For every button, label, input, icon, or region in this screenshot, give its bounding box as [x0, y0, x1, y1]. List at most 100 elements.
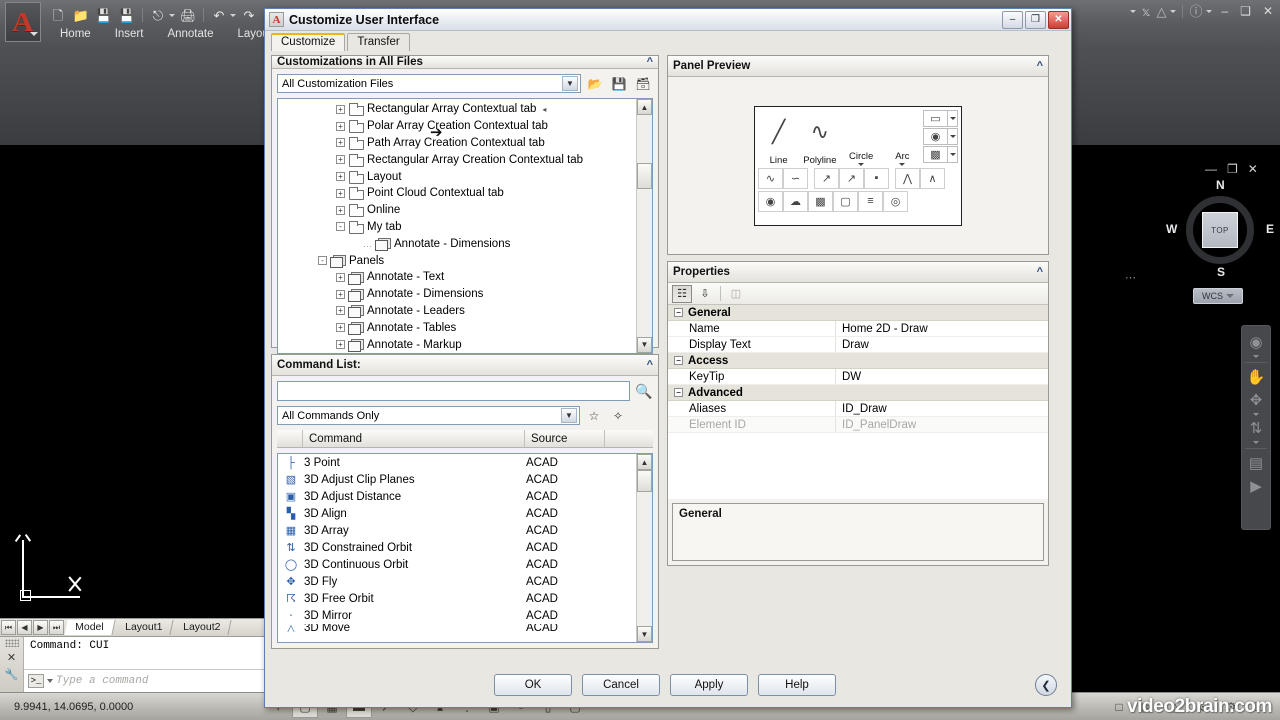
steering-wheel-icon[interactable]: ◉ [1249, 332, 1262, 353]
new-icon[interactable]: 🗋 [48, 6, 68, 24]
expander-icon[interactable]: + [336, 323, 345, 333]
pan-icon[interactable]: ✋ [1247, 367, 1266, 388]
tree-node[interactable]: + Annotate - Leaders [278, 303, 636, 320]
tab-transfer[interactable]: Transfer [347, 33, 410, 51]
ok-button[interactable]: OK [494, 674, 572, 696]
ucs-selector-button[interactable]: WCS [1193, 288, 1243, 304]
layout-first-button[interactable]: ⏮ [1, 620, 16, 635]
find-command-icon[interactable]: ☆ [584, 406, 604, 425]
property-row-name[interactable]: Name Home 2D - Draw [668, 321, 1048, 337]
table-row[interactable]: ⋅ 3D Mirror ACAD [278, 607, 636, 624]
table-row[interactable]: ▦ 3D Array ACAD [278, 522, 636, 539]
table-row[interactable]: ├ 3 Point ACAD [278, 454, 636, 471]
preview-split-hatch[interactable]: ▩ [923, 145, 958, 163]
expander-icon[interactable]: + [336, 138, 345, 148]
expander-icon[interactable]: - [336, 222, 345, 232]
ellipse-icon[interactable]: ◉ [923, 127, 948, 145]
dialog-restore-button[interactable]: ❐ [1025, 10, 1046, 29]
tree-node[interactable]: + Layout [278, 168, 636, 185]
layout-tab-model[interactable]: Model [64, 620, 116, 635]
donut-icon[interactable]: ◎ [883, 190, 908, 212]
app-minimize-button[interactable]: – [1218, 4, 1231, 18]
helix-icon[interactable]: ≡ [858, 190, 883, 212]
expander-icon[interactable]: + [336, 289, 345, 299]
expander-icon[interactable]: + [336, 188, 345, 198]
application-menu-button[interactable]: A [5, 2, 41, 42]
command-input-row[interactable]: >_ Type a command [24, 670, 266, 692]
alphabetical-icon[interactable]: ⇩ [695, 285, 715, 303]
layout-tab-layout1[interactable]: Layout1 [114, 620, 174, 635]
tree-node[interactable]: … Annotate - Dimensions [278, 235, 636, 252]
chevron-down-icon[interactable] [1206, 9, 1213, 13]
expander-icon[interactable]: + [336, 306, 345, 316]
property-value[interactable]: DW [836, 371, 861, 383]
close-icon[interactable]: ✕ [7, 651, 16, 664]
region-icon[interactable]: ◉ [758, 190, 783, 212]
chevron-up-icon[interactable]: ^ [647, 56, 653, 68]
preview-split-ellipse[interactable]: ◉ [923, 127, 958, 145]
new-command-icon[interactable]: ✧ [608, 406, 628, 425]
chevron-down-icon[interactable] [169, 13, 175, 17]
chevron-down-icon[interactable] [858, 162, 865, 166]
chevron-down-icon[interactable] [1253, 355, 1259, 358]
expander-icon[interactable]: + [336, 340, 345, 350]
application-topright-controls[interactable]: 𝕩 △ ⓘ – ❑ ✕ [1129, 4, 1276, 18]
panel-resize-grip[interactable]: ⋯ [1125, 271, 1138, 284]
collapse-icon[interactable]: − [674, 308, 683, 317]
layout-next-button[interactable]: ▶ [33, 620, 48, 635]
drawing-window-controls[interactable]: — ❐ ✕ [1205, 162, 1258, 176]
tree-node[interactable]: + Annotate - Dimensions [278, 286, 636, 303]
expander-icon[interactable]: + [336, 272, 345, 282]
property-row-aliases[interactable]: Aliases ID_Draw [668, 401, 1048, 417]
expander-icon[interactable]: - [318, 256, 327, 266]
divide-icon[interactable]: ∧ [920, 167, 945, 189]
point-icon[interactable]: ▪ [864, 167, 889, 189]
play-icon[interactable]: ▶ [1250, 476, 1262, 497]
revision-cloud-icon[interactable]: ☁ [783, 190, 808, 212]
chevron-down-icon[interactable] [948, 127, 958, 145]
scroll-down-icon[interactable]: ▼ [637, 626, 652, 642]
collapse-icon[interactable]: − [674, 388, 683, 397]
chevron-down-icon[interactable] [1129, 9, 1136, 13]
customize-user-interface-dialog[interactable]: A Customize User Interface – ❐ ✕ Customi… [264, 8, 1136, 708]
drawing-close-icon[interactable]: ✕ [1248, 162, 1258, 176]
tree-node[interactable]: + Point Cloud Contextual tab [278, 185, 636, 202]
expander-icon[interactable]: + [336, 155, 345, 165]
property-value[interactable]: ID_Draw [836, 403, 887, 415]
ray-icon[interactable]: ↗ [839, 167, 864, 189]
tree-node[interactable]: + Online [278, 202, 636, 219]
spline-fit-icon[interactable]: ∽ [783, 167, 808, 189]
drawing-restore-icon[interactable]: ❐ [1227, 162, 1238, 176]
construction-line-icon[interactable]: ↗ [814, 167, 839, 189]
chevron-down-icon[interactable]: ▼ [561, 408, 577, 423]
plot-preview-icon[interactable]: ⎋ [148, 6, 168, 24]
help-icon[interactable]: ⓘ [1189, 5, 1202, 18]
load-partial-cui-icon[interactable]: 📂 [585, 74, 605, 93]
table-row[interactable]: △ 3D Move ACAD [278, 624, 636, 632]
drawing-area-left[interactable] [0, 50, 266, 625]
chevron-down-icon[interactable] [948, 109, 958, 127]
apply-button[interactable]: Apply [670, 674, 748, 696]
ribbon-tab-annotate[interactable]: Annotate [155, 25, 225, 43]
layout-tab-bar[interactable]: ⏮ ◀ ▶ ⏭ Model Layout1 Layout2 [0, 618, 266, 636]
command-search-input[interactable] [277, 381, 630, 401]
layout-tab-layout2[interactable]: Layout2 [172, 620, 232, 635]
preview-button-arc[interactable]: Arc [882, 110, 923, 166]
table-row[interactable]: ☈ 3D Free Orbit ACAD [278, 590, 636, 607]
column-source[interactable]: Source [525, 430, 605, 447]
plot-icon[interactable]: 🖨 [178, 6, 198, 24]
command-line-grip[interactable]: ✕ 🔧 [0, 637, 24, 692]
expander-icon[interactable]: + [336, 121, 345, 131]
table-row[interactable]: ✥ 3D Fly ACAD [278, 573, 636, 590]
ribbon-tab-bar[interactable]: Home Insert Annotate Layout [48, 25, 284, 43]
tree-node[interactable]: + Path Array Creation Contextual tab [278, 135, 636, 152]
ribbon-panel-preview[interactable]: ╱ Line ∿ Polyline Circle Arc ▭ ◉ ▩ ∿ ∽ ↗… [754, 105, 962, 226]
save-as-icon[interactable]: 💾 [117, 6, 137, 24]
customizations-tree[interactable]: + Rectangular Array Contextual tab ◂ + P… [277, 98, 653, 354]
save-cui-icon[interactable]: 💾 [609, 74, 629, 93]
customize-wrench-icon[interactable]: 🔧 [5, 668, 19, 681]
preview-button-circle[interactable]: Circle [841, 110, 882, 166]
dialog-window-buttons[interactable]: – ❐ ✕ [1002, 10, 1069, 29]
magnifier-icon[interactable]: 🔍 [635, 383, 653, 400]
layout-prev-button[interactable]: ◀ [17, 620, 32, 635]
